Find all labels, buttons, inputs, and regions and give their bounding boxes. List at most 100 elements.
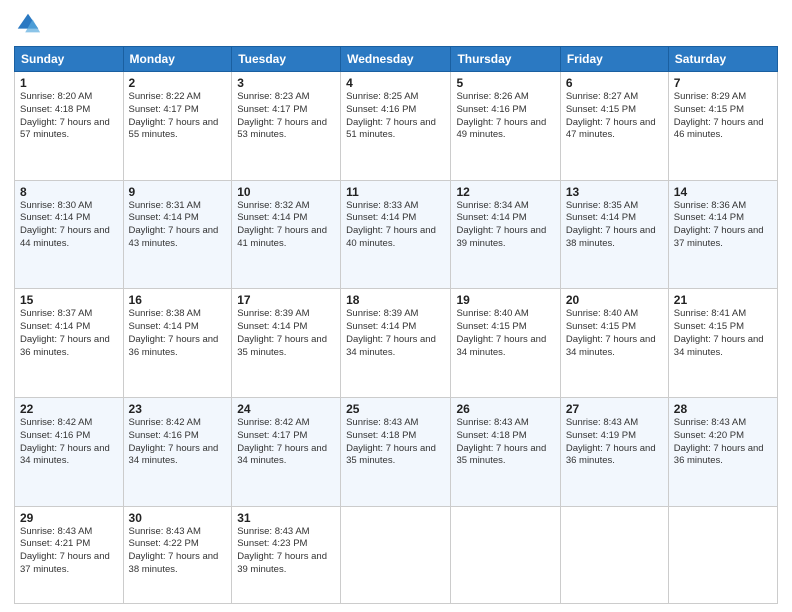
day-detail: Sunrise: 8:43 AMSunset: 4:21 PMDaylight:… (20, 526, 118, 577)
calendar-cell: 5Sunrise: 8:26 AMSunset: 4:16 PMDaylight… (451, 72, 560, 181)
day-detail: Sunrise: 8:42 AMSunset: 4:16 PMDaylight:… (20, 417, 118, 468)
calendar-cell: 14Sunrise: 8:36 AMSunset: 4:14 PMDayligh… (668, 180, 777, 289)
day-number: 13 (566, 185, 663, 199)
day-detail: Sunrise: 8:26 AMSunset: 4:16 PMDaylight:… (456, 91, 554, 142)
day-detail: Sunrise: 8:25 AMSunset: 4:16 PMDaylight:… (346, 91, 445, 142)
day-detail: Sunrise: 8:27 AMSunset: 4:15 PMDaylight:… (566, 91, 663, 142)
calendar-cell: 11Sunrise: 8:33 AMSunset: 4:14 PMDayligh… (341, 180, 451, 289)
calendar-cell: 31Sunrise: 8:43 AMSunset: 4:23 PMDayligh… (232, 506, 341, 603)
calendar-cell: 3Sunrise: 8:23 AMSunset: 4:17 PMDaylight… (232, 72, 341, 181)
calendar-cell: 17Sunrise: 8:39 AMSunset: 4:14 PMDayligh… (232, 289, 341, 398)
weekday-header-thursday: Thursday (451, 47, 560, 72)
day-number: 4 (346, 76, 445, 90)
week-row-5: 29Sunrise: 8:43 AMSunset: 4:21 PMDayligh… (15, 506, 778, 603)
day-number: 28 (674, 402, 772, 416)
day-number: 23 (129, 402, 227, 416)
day-number: 31 (237, 511, 335, 525)
calendar-cell: 9Sunrise: 8:31 AMSunset: 4:14 PMDaylight… (123, 180, 232, 289)
day-number: 20 (566, 293, 663, 307)
calendar-cell (341, 506, 451, 603)
day-detail: Sunrise: 8:42 AMSunset: 4:17 PMDaylight:… (237, 417, 335, 468)
day-detail: Sunrise: 8:30 AMSunset: 4:14 PMDaylight:… (20, 200, 118, 251)
day-detail: Sunrise: 8:34 AMSunset: 4:14 PMDaylight:… (456, 200, 554, 251)
calendar-cell: 23Sunrise: 8:42 AMSunset: 4:16 PMDayligh… (123, 397, 232, 506)
calendar-page: SundayMondayTuesdayWednesdayThursdayFrid… (0, 0, 792, 612)
day-detail: Sunrise: 8:43 AMSunset: 4:18 PMDaylight:… (346, 417, 445, 468)
day-detail: Sunrise: 8:29 AMSunset: 4:15 PMDaylight:… (674, 91, 772, 142)
day-detail: Sunrise: 8:41 AMSunset: 4:15 PMDaylight:… (674, 308, 772, 359)
day-number: 2 (129, 76, 227, 90)
calendar-cell: 27Sunrise: 8:43 AMSunset: 4:19 PMDayligh… (560, 397, 668, 506)
day-number: 27 (566, 402, 663, 416)
calendar-cell (668, 506, 777, 603)
day-number: 15 (20, 293, 118, 307)
weekday-header-wednesday: Wednesday (341, 47, 451, 72)
calendar-cell: 13Sunrise: 8:35 AMSunset: 4:14 PMDayligh… (560, 180, 668, 289)
day-detail: Sunrise: 8:43 AMSunset: 4:20 PMDaylight:… (674, 417, 772, 468)
day-number: 29 (20, 511, 118, 525)
day-detail: Sunrise: 8:36 AMSunset: 4:14 PMDaylight:… (674, 200, 772, 251)
calendar-cell: 25Sunrise: 8:43 AMSunset: 4:18 PMDayligh… (341, 397, 451, 506)
day-number: 5 (456, 76, 554, 90)
day-number: 12 (456, 185, 554, 199)
weekday-header-friday: Friday (560, 47, 668, 72)
day-detail: Sunrise: 8:23 AMSunset: 4:17 PMDaylight:… (237, 91, 335, 142)
weekday-header-row: SundayMondayTuesdayWednesdayThursdayFrid… (15, 47, 778, 72)
day-number: 6 (566, 76, 663, 90)
calendar-cell: 16Sunrise: 8:38 AMSunset: 4:14 PMDayligh… (123, 289, 232, 398)
day-detail: Sunrise: 8:35 AMSunset: 4:14 PMDaylight:… (566, 200, 663, 251)
day-number: 1 (20, 76, 118, 90)
calendar-cell: 26Sunrise: 8:43 AMSunset: 4:18 PMDayligh… (451, 397, 560, 506)
day-number: 21 (674, 293, 772, 307)
week-row-3: 15Sunrise: 8:37 AMSunset: 4:14 PMDayligh… (15, 289, 778, 398)
day-detail: Sunrise: 8:38 AMSunset: 4:14 PMDaylight:… (129, 308, 227, 359)
calendar-cell: 12Sunrise: 8:34 AMSunset: 4:14 PMDayligh… (451, 180, 560, 289)
calendar-cell: 30Sunrise: 8:43 AMSunset: 4:22 PMDayligh… (123, 506, 232, 603)
calendar-cell: 2Sunrise: 8:22 AMSunset: 4:17 PMDaylight… (123, 72, 232, 181)
day-detail: Sunrise: 8:20 AMSunset: 4:18 PMDaylight:… (20, 91, 118, 142)
day-number: 25 (346, 402, 445, 416)
calendar-cell: 6Sunrise: 8:27 AMSunset: 4:15 PMDaylight… (560, 72, 668, 181)
day-detail: Sunrise: 8:43 AMSunset: 4:19 PMDaylight:… (566, 417, 663, 468)
day-number: 3 (237, 76, 335, 90)
day-detail: Sunrise: 8:42 AMSunset: 4:16 PMDaylight:… (129, 417, 227, 468)
weekday-header-sunday: Sunday (15, 47, 124, 72)
calendar-cell: 22Sunrise: 8:42 AMSunset: 4:16 PMDayligh… (15, 397, 124, 506)
logo (14, 10, 46, 38)
calendar-cell: 15Sunrise: 8:37 AMSunset: 4:14 PMDayligh… (15, 289, 124, 398)
calendar-table: SundayMondayTuesdayWednesdayThursdayFrid… (14, 46, 778, 604)
weekday-header-monday: Monday (123, 47, 232, 72)
calendar-cell: 21Sunrise: 8:41 AMSunset: 4:15 PMDayligh… (668, 289, 777, 398)
day-number: 10 (237, 185, 335, 199)
calendar-cell (451, 506, 560, 603)
day-detail: Sunrise: 8:33 AMSunset: 4:14 PMDaylight:… (346, 200, 445, 251)
day-detail: Sunrise: 8:43 AMSunset: 4:23 PMDaylight:… (237, 526, 335, 577)
day-number: 18 (346, 293, 445, 307)
calendar-cell: 7Sunrise: 8:29 AMSunset: 4:15 PMDaylight… (668, 72, 777, 181)
weekday-header-saturday: Saturday (668, 47, 777, 72)
day-number: 14 (674, 185, 772, 199)
calendar-cell: 28Sunrise: 8:43 AMSunset: 4:20 PMDayligh… (668, 397, 777, 506)
day-number: 30 (129, 511, 227, 525)
calendar-body: 1Sunrise: 8:20 AMSunset: 4:18 PMDaylight… (15, 72, 778, 604)
header (14, 10, 778, 38)
day-number: 17 (237, 293, 335, 307)
day-number: 26 (456, 402, 554, 416)
calendar-cell: 1Sunrise: 8:20 AMSunset: 4:18 PMDaylight… (15, 72, 124, 181)
day-detail: Sunrise: 8:37 AMSunset: 4:14 PMDaylight:… (20, 308, 118, 359)
day-number: 24 (237, 402, 335, 416)
day-number: 19 (456, 293, 554, 307)
calendar-cell (560, 506, 668, 603)
day-number: 22 (20, 402, 118, 416)
calendar-cell: 4Sunrise: 8:25 AMSunset: 4:16 PMDaylight… (341, 72, 451, 181)
calendar-cell: 29Sunrise: 8:43 AMSunset: 4:21 PMDayligh… (15, 506, 124, 603)
calendar-cell: 20Sunrise: 8:40 AMSunset: 4:15 PMDayligh… (560, 289, 668, 398)
day-detail: Sunrise: 8:43 AMSunset: 4:22 PMDaylight:… (129, 526, 227, 577)
day-detail: Sunrise: 8:40 AMSunset: 4:15 PMDaylight:… (456, 308, 554, 359)
day-number: 7 (674, 76, 772, 90)
day-number: 9 (129, 185, 227, 199)
week-row-2: 8Sunrise: 8:30 AMSunset: 4:14 PMDaylight… (15, 180, 778, 289)
calendar-cell: 10Sunrise: 8:32 AMSunset: 4:14 PMDayligh… (232, 180, 341, 289)
day-detail: Sunrise: 8:31 AMSunset: 4:14 PMDaylight:… (129, 200, 227, 251)
day-number: 16 (129, 293, 227, 307)
